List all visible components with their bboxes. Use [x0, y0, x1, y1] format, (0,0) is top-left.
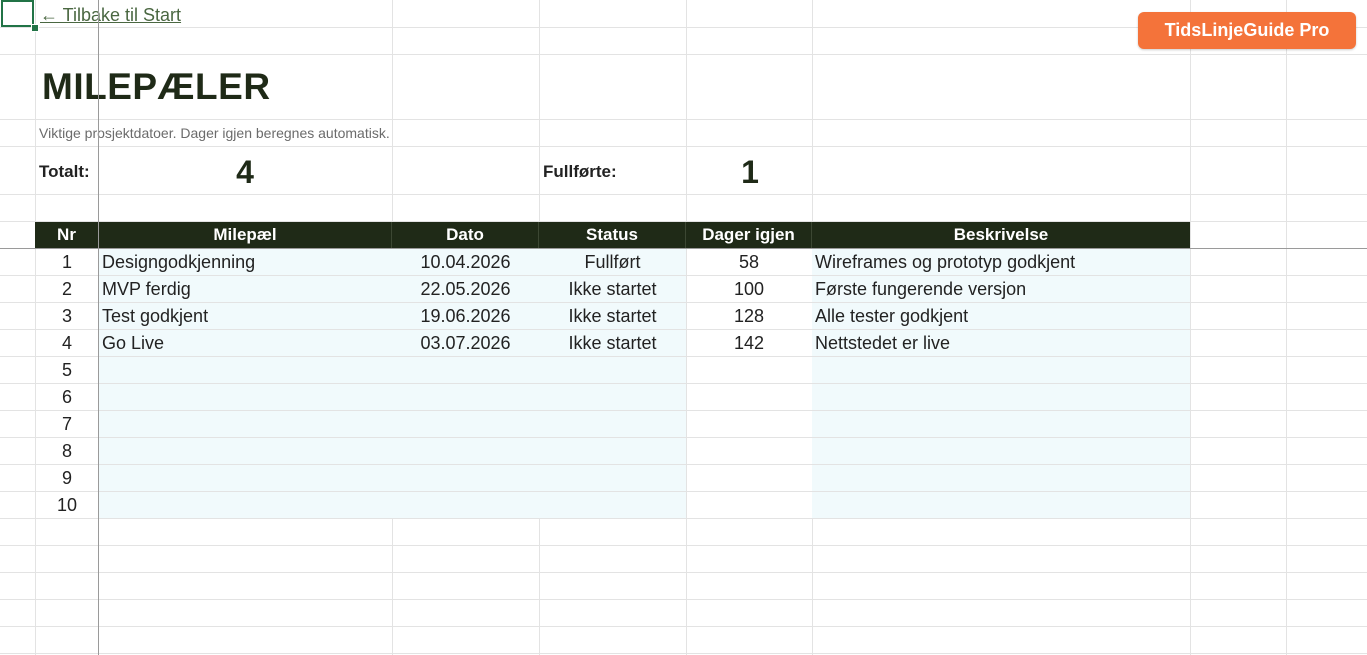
- cell-milestone[interactable]: [99, 438, 392, 465]
- cell-nr[interactable]: 7: [35, 411, 99, 438]
- cell-nr[interactable]: 9: [35, 465, 99, 492]
- cell-status[interactable]: Ikke startet: [539, 276, 686, 303]
- col-header-description[interactable]: Beskrivelse: [812, 222, 1190, 248]
- cell-date[interactable]: [392, 438, 539, 465]
- cell-date[interactable]: [392, 357, 539, 384]
- cell-nr[interactable]: 4: [35, 330, 99, 357]
- freeze-pane-horizontal: [0, 248, 1367, 249]
- completed-label: Fullførte:: [543, 162, 617, 181]
- cell-milestone[interactable]: Designgodkjenning: [99, 249, 392, 276]
- cell-description[interactable]: Første fungerende versjon: [812, 276, 1190, 303]
- cell-description[interactable]: Alle tester godkjent: [812, 303, 1190, 330]
- cell-days-left[interactable]: 142: [686, 330, 812, 357]
- cell-description[interactable]: [812, 492, 1190, 519]
- back-to-start-link[interactable]: ← Tilbake til Start: [40, 5, 181, 26]
- cell-milestone[interactable]: [99, 384, 392, 411]
- cell-days-left[interactable]: 100: [686, 276, 812, 303]
- cell-status[interactable]: [539, 357, 686, 384]
- cell-date[interactable]: [392, 411, 539, 438]
- cell-date[interactable]: 19.06.2026: [392, 303, 539, 330]
- cell-date[interactable]: 03.07.2026: [392, 330, 539, 357]
- col-header-date[interactable]: Dato: [392, 222, 539, 248]
- cell-days-left[interactable]: 58: [686, 249, 812, 276]
- cell-nr[interactable]: 2: [35, 276, 99, 303]
- cell-milestone[interactable]: [99, 411, 392, 438]
- page-subtitle: Viktige prosjektdatoer. Dager igjen bere…: [39, 125, 390, 141]
- cell-nr[interactable]: 8: [35, 438, 99, 465]
- cell-milestone[interactable]: [99, 357, 392, 384]
- cell-status[interactable]: Fullført: [539, 249, 686, 276]
- cell-days-left[interactable]: [686, 465, 812, 492]
- col-header-status[interactable]: Status: [539, 222, 686, 248]
- cell-description[interactable]: [812, 465, 1190, 492]
- cell-days-left[interactable]: [686, 411, 812, 438]
- cell-status[interactable]: [539, 465, 686, 492]
- cell-nr[interactable]: 10: [35, 492, 99, 519]
- cell-description[interactable]: [812, 411, 1190, 438]
- col-header-days-left[interactable]: Dager igjen: [686, 222, 812, 248]
- total-value: 4: [236, 154, 254, 190]
- freeze-pane-vertical: [98, 0, 99, 655]
- cell-status[interactable]: [539, 438, 686, 465]
- cell-status[interactable]: [539, 411, 686, 438]
- cell-date[interactable]: 10.04.2026: [392, 249, 539, 276]
- cell-description[interactable]: [812, 384, 1190, 411]
- cell-status[interactable]: Ikke startet: [539, 303, 686, 330]
- cell-days-left[interactable]: 128: [686, 303, 812, 330]
- cell-milestone[interactable]: [99, 465, 392, 492]
- cell-date[interactable]: [392, 384, 539, 411]
- active-cell[interactable]: [1, 0, 34, 27]
- cell-milestone[interactable]: [99, 492, 392, 519]
- cell-date[interactable]: 22.05.2026: [392, 276, 539, 303]
- cell-status[interactable]: [539, 384, 686, 411]
- cell-date[interactable]: [392, 465, 539, 492]
- col-header-nr[interactable]: Nr: [35, 222, 99, 248]
- col-header-milestone[interactable]: Milepæl: [99, 222, 392, 248]
- cell-milestone[interactable]: MVP ferdig: [99, 276, 392, 303]
- fill-handle[interactable]: [31, 24, 39, 32]
- cell-nr[interactable]: 1: [35, 249, 99, 276]
- page-title: MILEPÆLER: [42, 66, 271, 107]
- total-label: Totalt:: [39, 162, 90, 181]
- completed-value: 1: [741, 154, 759, 190]
- cell-days-left[interactable]: [686, 357, 812, 384]
- cell-description[interactable]: Wireframes og prototyp godkjent: [812, 249, 1190, 276]
- cell-status[interactable]: Ikke startet: [539, 330, 686, 357]
- cell-milestone[interactable]: Test godkjent: [99, 303, 392, 330]
- cell-description[interactable]: [812, 357, 1190, 384]
- cell-milestone[interactable]: Go Live: [99, 330, 392, 357]
- cell-days-left[interactable]: [686, 384, 812, 411]
- cell-nr[interactable]: 3: [35, 303, 99, 330]
- brand-button[interactable]: TidsLinjeGuide Pro: [1138, 12, 1356, 49]
- cell-date[interactable]: [392, 492, 539, 519]
- cell-days-left[interactable]: [686, 492, 812, 519]
- cell-days-left[interactable]: [686, 438, 812, 465]
- cell-status[interactable]: [539, 492, 686, 519]
- cell-nr[interactable]: 5: [35, 357, 99, 384]
- cell-nr[interactable]: 6: [35, 384, 99, 411]
- cell-description[interactable]: [812, 438, 1190, 465]
- cell-description[interactable]: Nettstedet er live: [812, 330, 1190, 357]
